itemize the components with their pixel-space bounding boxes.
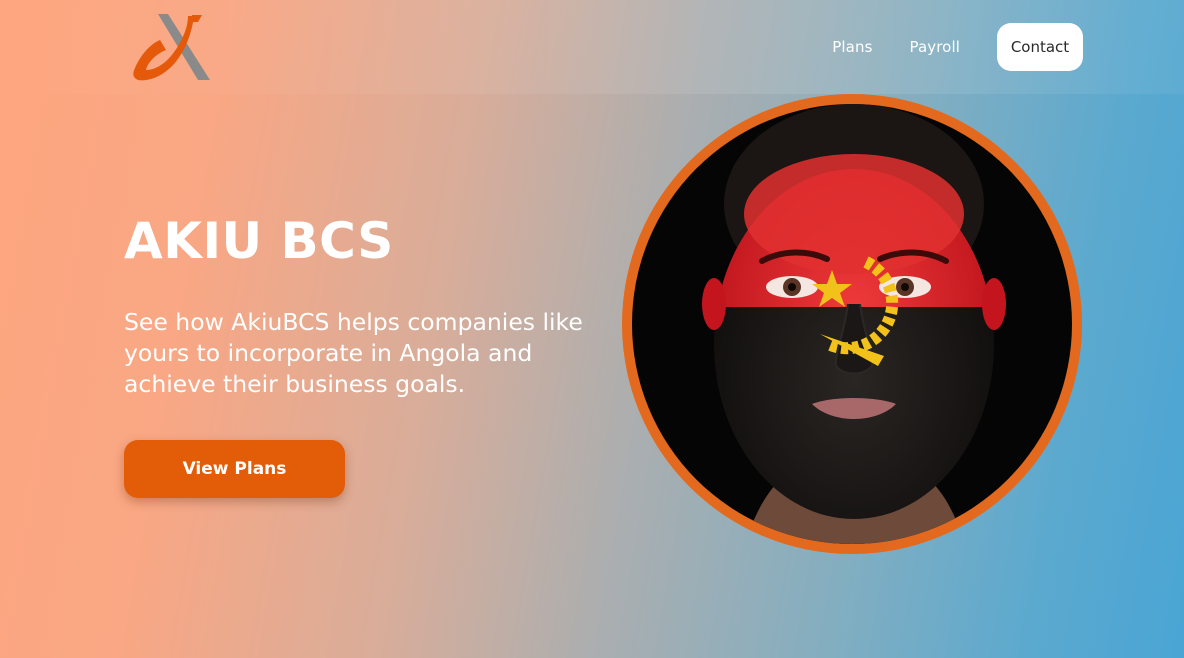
nav-contact-button[interactable]: Contact	[997, 23, 1083, 71]
hero-title: AKIU BCS	[124, 212, 394, 270]
akiu-logo-icon[interactable]	[130, 12, 212, 84]
hero-portrait-image	[622, 94, 1082, 554]
main-nav: Plans Payroll Contact	[832, 23, 1083, 71]
view-plans-button[interactable]: View Plans	[124, 440, 345, 498]
nav-payroll-link[interactable]: Payroll	[910, 38, 961, 56]
hero-subtitle: See how AkiuBCS helps companies like you…	[124, 308, 583, 398]
nav-plans-link[interactable]: Plans	[832, 38, 872, 56]
